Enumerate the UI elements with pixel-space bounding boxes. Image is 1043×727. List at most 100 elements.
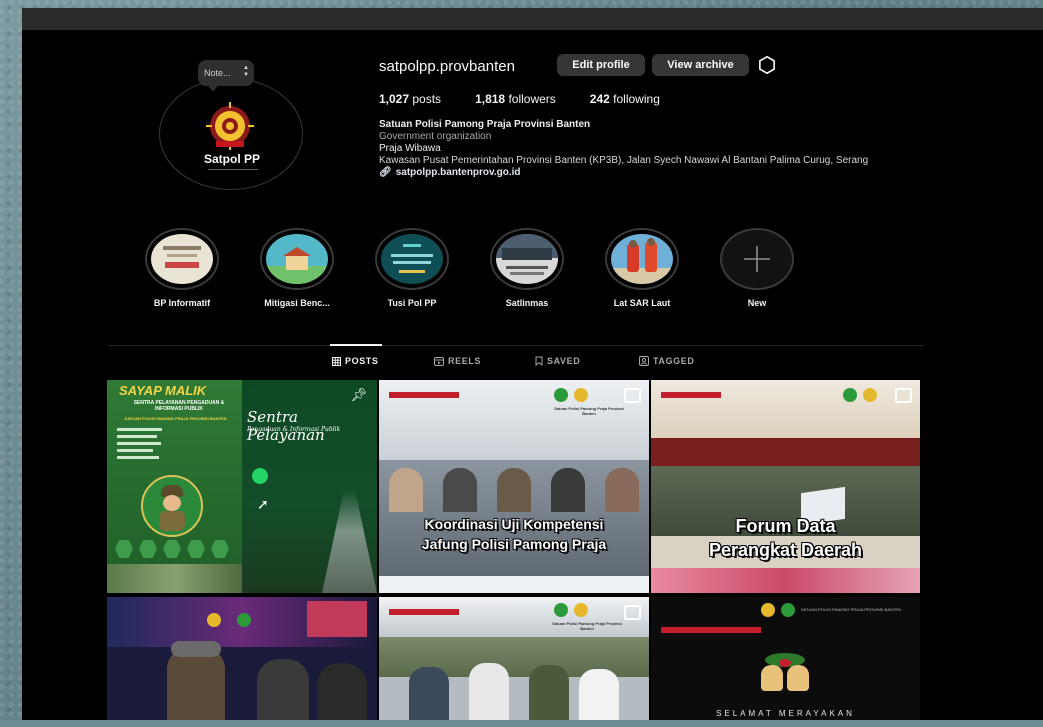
tab-saved[interactable]: SAVED [535,356,580,366]
post-sponsor-logos [389,609,459,615]
tabs-divider [108,345,924,346]
post-sentra-pelayanan[interactable]: SAYAP MALIK SENTRA PELAYANAN PENGADUAN &… [107,380,377,593]
bookmark-icon [535,356,543,366]
highlight-bp-informatif[interactable]: BP Informatif [132,228,232,308]
tab-label: SAVED [547,356,581,366]
tab-label: POSTS [345,356,379,366]
multi-post-icon [624,388,641,403]
whatsapp-icon [252,468,268,484]
post-logo-right [574,388,588,402]
profile-stats: 1,027 posts 1,818 followers 242 followin… [379,92,660,106]
post-logo-left [207,613,221,627]
edit-profile-button[interactable]: Edit profile [557,54,645,76]
avatar-underline [208,166,258,170]
post-contact-list [117,428,167,468]
teal-thumbnail [381,234,443,284]
bio-category: Government organization [379,131,492,142]
highlight-lat-sar-laut[interactable]: Lat SAR Laut [592,228,692,308]
house-thumbnail [266,234,328,284]
grid-icon [332,356,341,366]
highlight-label: Tusi Pol PP [387,298,437,308]
post-org: Satuan Polisi Pamong Praja Provinsi Bant… [554,406,624,416]
document-thumbnail [151,234,213,284]
post-title: Koordinasi Uji Kompetensi Jafung Polisi … [379,514,649,554]
bottom-background-strip [0,720,1043,727]
tab-label: REELS [448,356,482,366]
bio-motto: Praja Wibawa [379,143,441,154]
post-koordinasi[interactable]: Satuan Polisi Pamong Praja Provinsi Bant… [379,380,649,593]
new-highlight-circle[interactable] [720,228,794,290]
highlight-label: BP Informatif [153,298,211,308]
pin-icon: 📌︎ [350,387,367,402]
highlight-ring [145,228,219,290]
note-bubble[interactable]: Note... ▲ ▼ [198,60,254,92]
instagram-profile-page: Satpol PP Note... ▲ ▼ satpolpp.provbanten… [22,30,1043,720]
post-title: Forum Data Perangkat Daerah [651,514,920,562]
note-stepper-icon: ▲ ▼ [243,65,249,78]
highlight-ring [605,228,679,290]
highlight-tusi-pol-pp[interactable]: Tusi Pol PP [362,228,462,308]
post-title-line2: Perangkat Daerah [708,540,863,560]
post-subheader: SENTRA PELAYANAN PENGADUAN & INFORMASI P… [133,400,225,412]
link-icon: 🔗︎ [379,167,392,178]
post-person-1 [167,647,225,720]
post-header: SAYAP MALIK [119,383,207,398]
post-photo-strip [107,564,242,593]
avatar-brand-text: Satpol PP [203,152,260,166]
followers-stat[interactable]: 1,818 followers [475,92,556,106]
post-logo-left [554,388,568,402]
post-outdoor-visit[interactable]: Satuan Polisi Pamong Praja Provinsi Bant… [379,597,649,720]
post-title-line2: Jafung Polisi Pamong Praja [421,536,607,552]
profile-bio: Satuan Polisi Pamong Praja Provinsi Bant… [379,119,939,179]
post-person-2 [257,659,309,720]
highlight-label: Satlinmas [505,298,549,308]
post-title-line1: Forum Data [735,516,836,536]
following-stat[interactable]: 242 following [590,92,660,106]
profile-username: satpolpp.provbanten [379,58,515,75]
post-people [389,468,639,512]
post-service-icons [115,540,235,560]
group-photo-thumbnail [496,234,558,284]
post-greeting: SELAMAT MERAYAKAN [716,709,855,718]
post-sponsor-logos [389,392,459,398]
highlight-label: New [747,298,767,308]
christmas-bells-icon [751,649,821,699]
posts-stat[interactable]: 1,027 posts [379,92,441,106]
settings-gear-icon[interactable] [758,56,776,74]
note-placeholder: Note... [204,68,231,78]
post-person-3 [529,665,569,720]
tab-tagged[interactable]: TAGGED [639,356,694,366]
post-flowers [651,568,920,593]
multi-post-icon [895,388,912,403]
bio-link-text[interactable]: satpolpp.bantenprov.go.id [396,167,521,179]
highlight-ring [260,228,334,290]
cursor-icon: ➚ [257,496,269,512]
post-forum-data[interactable]: Forum Data Perangkat Daerah [651,380,920,593]
view-archive-button[interactable]: View archive [652,54,749,76]
tab-reels[interactable]: REELS [434,356,481,366]
highlight-satlinmas[interactable]: Satlinmas [477,228,577,308]
post-screen [307,601,367,637]
post-person-4 [579,669,619,720]
highlight-new[interactable]: New [707,228,807,308]
highlight-mitigasi[interactable]: Mitigasi Benc... [247,228,347,308]
multi-post-icon [624,605,641,620]
post-event-photo[interactable] [107,597,377,720]
tab-posts[interactable]: POSTS [332,356,379,366]
bio-address: Kawasan Pusat Pemerintahan Provinsi Bant… [379,155,869,166]
post-sponsor-logos [661,627,761,633]
post-person-1 [409,667,449,720]
post-logo-right [237,613,251,627]
highlight-label: Mitigasi Benc... [264,298,330,308]
plus-icon [744,246,770,272]
active-tab-indicator [330,344,382,346]
post-logo-left [843,388,857,402]
bio-link[interactable]: 🔗︎ satpolpp.bantenprov.go.id [379,167,939,179]
post-sponsor-logos [661,392,721,398]
post-christmas-greeting[interactable]: SATUAN POLISI PAMONG PRAJA PROVINSI BANT… [651,597,920,720]
bio-name: Satuan Polisi Pamong Praja Provinsi Bant… [379,119,591,130]
post-org: SATUAN POLISI PAMONG PRAJA PROVINSI BANT… [124,416,227,421]
post-org: SATUAN POLISI PAMONG PRAJA PROVINSI BANT… [801,607,901,612]
rescue-photo-thumbnail [611,234,673,284]
tagged-icon [639,356,649,366]
